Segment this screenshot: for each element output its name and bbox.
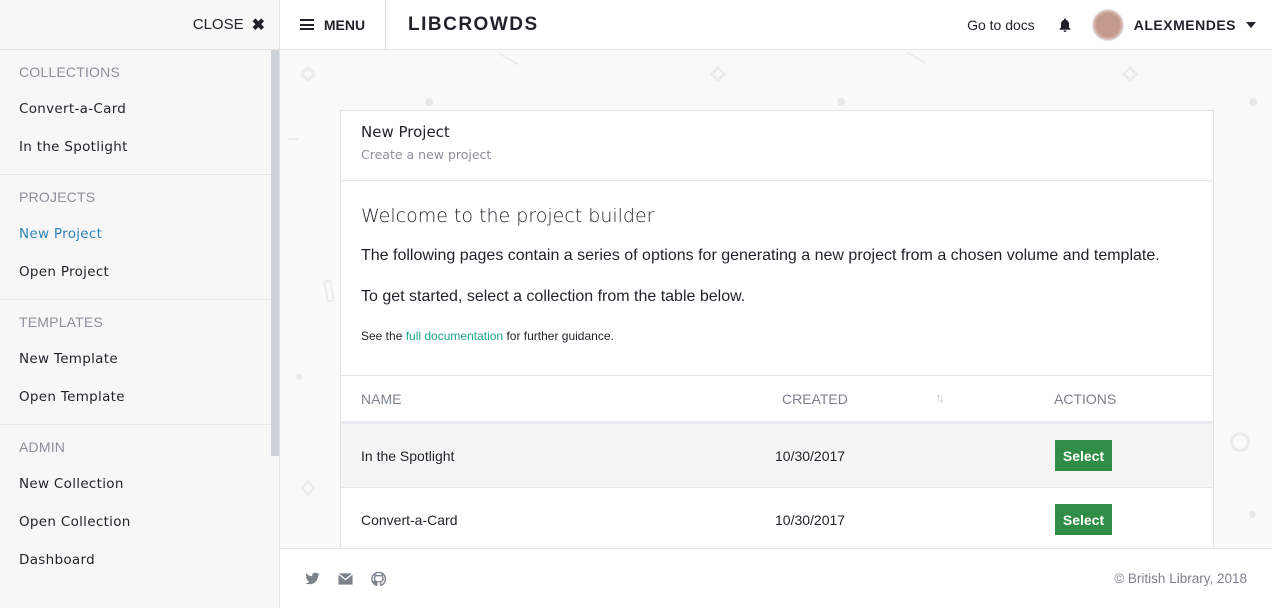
cell-name: In the Spotlight — [361, 447, 455, 464]
avatar[interactable] — [1091, 8, 1124, 41]
sidebar-section-templates: TEMPLATES New Template Open Template — [0, 300, 271, 425]
instruction-paragraph: To get started, select a collection from… — [361, 288, 746, 305]
column-header-created[interactable]: CREATED — [782, 391, 848, 407]
decorative-dot — [1249, 511, 1256, 518]
card-body: Welcome to the project builder The follo… — [341, 181, 1213, 376]
sidebar-item-dashboard[interactable]: Dashboard — [19, 541, 271, 579]
close-sidebar-button[interactable]: CLOSE ✖ — [193, 15, 265, 35]
email-icon[interactable] — [338, 572, 353, 586]
sort-icon[interactable]: ↑↓ — [935, 390, 945, 405]
sidebar-section-collections: COLLECTIONS Convert-a-Card In the Spotli… — [0, 50, 271, 175]
guidance-prefix: See the — [361, 329, 406, 343]
close-label: CLOSE — [192, 16, 244, 33]
decorative-diamond — [1121, 65, 1139, 83]
sidebar-item-in-the-spotlight[interactable]: In the Spotlight — [19, 128, 271, 166]
sidebar-section-projects: PROJECTS New Project Open Project — [0, 175, 271, 300]
hamburger-icon — [299, 19, 314, 30]
full-documentation-link[interactable]: full documentation — [406, 329, 503, 343]
collections-table: NAME CREATED ↑↓ ACTIONS In the Spotlight… — [341, 376, 1213, 548]
sidebar-item-new-collection[interactable]: New Collection — [19, 465, 271, 503]
sidebar-heading: TEMPLATES — [19, 314, 104, 330]
decorative-dot — [1249, 98, 1257, 106]
bell-icon[interactable] — [1057, 17, 1073, 33]
sidebar-scrollbar[interactable] — [271, 50, 279, 456]
decorative-diamond — [299, 65, 317, 83]
menu-label: MENU — [323, 16, 366, 33]
sidebar: CLOSE ✖ COLLECTIONS Convert-a-Card In th… — [0, 0, 280, 608]
decorative-diamond — [709, 65, 727, 83]
decorative-line — [498, 52, 520, 66]
decorative-dot — [837, 98, 845, 106]
chevron-down-icon[interactable] — [1246, 21, 1256, 28]
main-content: New Project Create a new project Welcome… — [280, 50, 1272, 548]
new-project-card: New Project Create a new project Welcome… — [340, 110, 1214, 548]
cell-created: 10/30/2017 — [775, 511, 846, 528]
menu-button[interactable]: MENU — [280, 0, 386, 50]
github-icon[interactable] — [371, 571, 386, 586]
social-links — [305, 571, 386, 586]
welcome-heading: Welcome to the project builder — [361, 205, 655, 227]
decorative-diamond — [299, 479, 317, 497]
footer: © British Library, 2018 — [280, 548, 1272, 608]
decorative-ring — [1230, 432, 1250, 452]
column-header-name[interactable]: NAME — [361, 391, 761, 407]
select-button[interactable]: Select — [1055, 440, 1112, 471]
decorative-line — [906, 51, 928, 65]
cell-created: 10/30/2017 — [775, 447, 846, 464]
sidebar-section-admin: ADMIN New Collection Open Collection Das… — [0, 425, 271, 587]
table-row: Convert-a-Card 10/30/2017 Select — [341, 488, 1213, 548]
sidebar-item-open-template[interactable]: Open Template — [19, 378, 271, 416]
decorative-rect — [323, 279, 335, 303]
sidebar-item-new-template[interactable]: New Template — [19, 340, 271, 378]
card-subtitle: Create a new project — [361, 147, 492, 162]
sidebar-heading: ADMIN — [19, 439, 66, 455]
copyright-text: © British Library, 2018 — [1114, 571, 1247, 586]
guidance-text: See the full documentation for further g… — [361, 329, 1193, 343]
sidebar-heading: COLLECTIONS — [19, 64, 120, 80]
card-title: New Project — [361, 123, 450, 141]
sidebar-item-open-project[interactable]: Open Project — [19, 253, 271, 291]
table-header: NAME CREATED ↑↓ ACTIONS — [341, 376, 1213, 424]
decorative-line — [288, 138, 298, 140]
cell-name: Convert-a-Card — [361, 511, 458, 528]
sidebar-top: CLOSE ✖ — [0, 0, 279, 50]
sidebar-nav: COLLECTIONS Convert-a-Card In the Spotli… — [0, 50, 271, 608]
close-icon: ✖ — [251, 16, 265, 34]
column-header-actions: ACTIONS — [1054, 390, 1117, 407]
card-header: New Project Create a new project — [341, 111, 1213, 181]
sidebar-item-convert-a-card[interactable]: Convert-a-Card — [19, 90, 271, 128]
table-row: In the Spotlight 10/30/2017 Select — [341, 424, 1213, 488]
sidebar-item-open-collection[interactable]: Open Collection — [19, 503, 271, 541]
top-navbar: MENU LIBCROWDS Go to docs ALEXMENDES — [280, 0, 1272, 50]
decorative-dot — [425, 98, 433, 106]
guidance-suffix: for further guidance. — [503, 329, 614, 343]
brand-logo[interactable]: LIBCROWDS — [408, 14, 539, 36]
sidebar-item-new-project[interactable]: New Project — [19, 215, 271, 253]
username[interactable]: ALEXMENDES — [1134, 17, 1236, 33]
select-button[interactable]: Select — [1055, 504, 1112, 535]
topbar-right: Go to docs ALEXMENDES — [967, 0, 1272, 50]
intro-paragraph: The following pages contain a series of … — [361, 247, 1160, 264]
sidebar-heading: PROJECTS — [19, 189, 96, 205]
go-to-docs-link[interactable]: Go to docs — [967, 17, 1035, 33]
decorative-dot — [296, 374, 302, 380]
twitter-icon[interactable] — [305, 572, 320, 586]
